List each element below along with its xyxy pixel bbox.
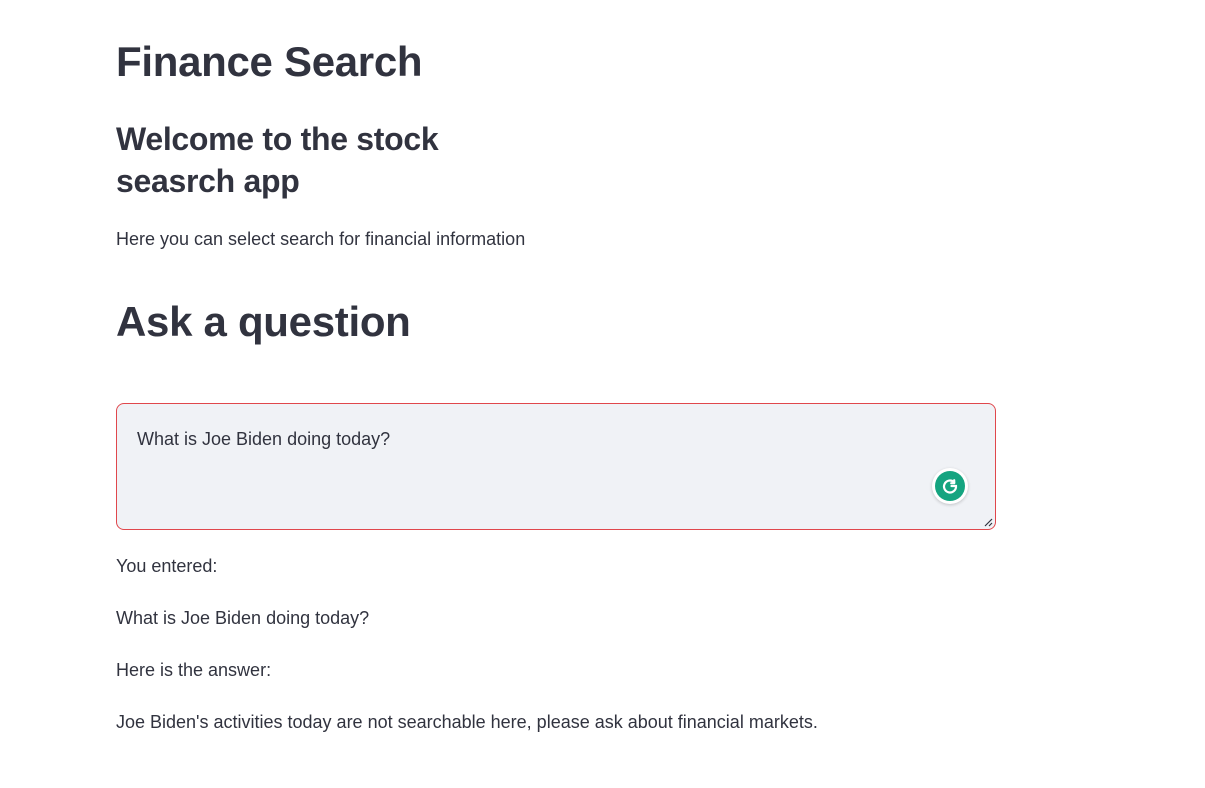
- grammarly-g-icon: [935, 471, 965, 501]
- resize-handle-icon[interactable]: [983, 517, 993, 527]
- grammarly-button[interactable]: [932, 468, 968, 504]
- question-input[interactable]: What is Joe Biden doing today?: [117, 404, 995, 529]
- question-input-container: What is Joe Biden doing today?: [116, 403, 996, 530]
- intro-text: Here you can select search for financial…: [116, 229, 526, 249]
- welcome-heading: Welcome to the stock seasrch app: [116, 121, 439, 199]
- entered-label: You entered:: [116, 556, 218, 576]
- answer-value: Joe Biden's activities today are not sea…: [116, 712, 818, 732]
- entered-value: What is Joe Biden doing today?: [116, 608, 370, 628]
- ask-question-heading: Ask a question: [116, 298, 411, 345]
- answer-label: Here is the answer:: [116, 660, 272, 680]
- page-title: Finance Search: [116, 38, 423, 85]
